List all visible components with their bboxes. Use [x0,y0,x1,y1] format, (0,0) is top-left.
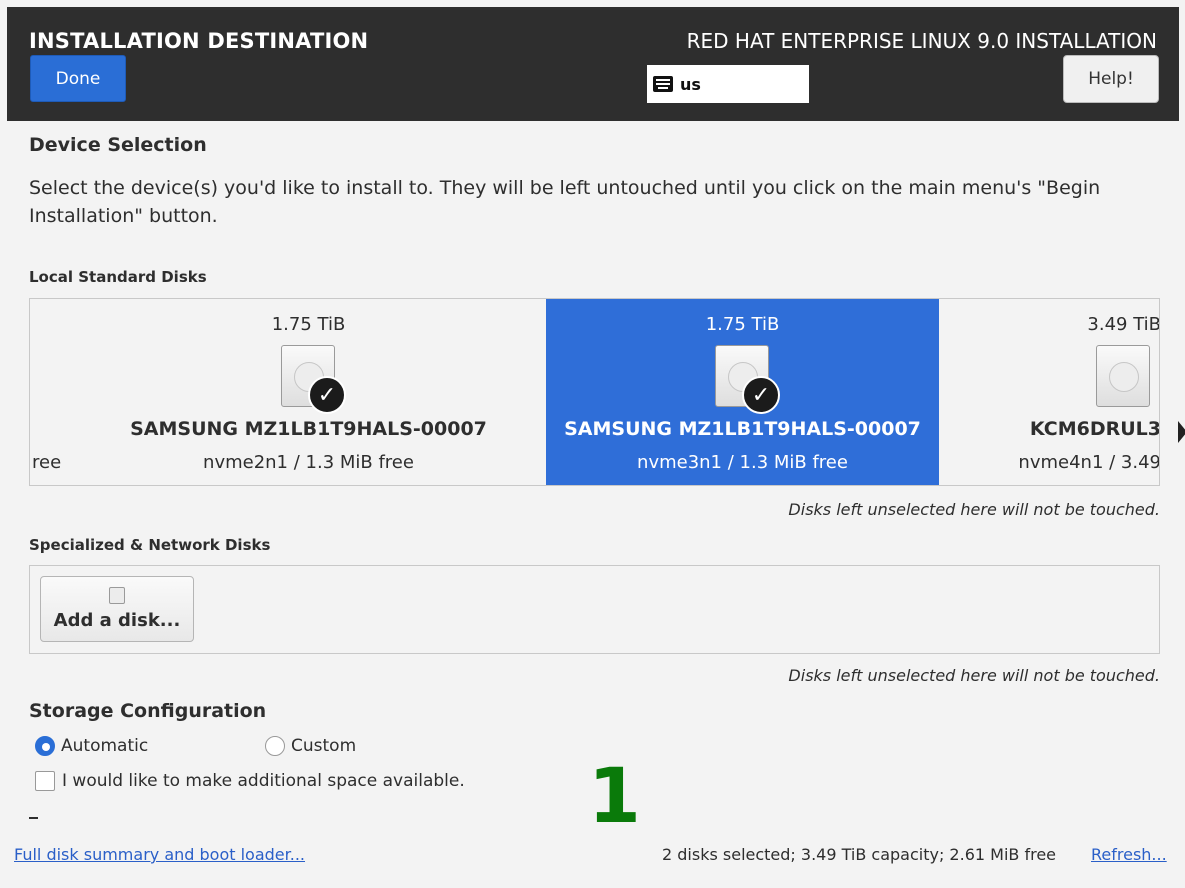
specialized-disks-area: Add a disk... [29,565,1160,654]
local-disks-heading: Local Standard Disks [29,268,207,286]
product-title: RED HAT ENTERPRISE LINUX 9.0 INSTALLATIO… [686,29,1157,53]
automatic-radio[interactable]: Automatic [35,736,148,756]
keyboard-layout-indicator[interactable]: us [647,65,809,103]
header-bar: INSTALLATION DESTINATION Done RED HAT EN… [7,7,1179,121]
additional-space-checkbox[interactable]: I would like to make additional space av… [35,771,465,791]
disk-size: 1.75 TiB [705,314,780,335]
disk-info: nvme4n1 / 3.49 [1018,452,1160,473]
disk-model: SAMSUNG MZ1LB1T9HALS-00007 [130,418,487,440]
radio-unselected-icon [265,736,285,756]
disk-tile-nvme2n1[interactable]: 1.75 TiB ✓ SAMSUNG MZ1LB1T9HALS-00007 nv… [112,299,505,485]
full-disk-summary-link[interactable]: Full disk summary and boot loader... [14,845,305,864]
clipped-section-heading [29,807,149,819]
custom-radio[interactable]: Custom [265,736,356,756]
disk-selection-status: 2 disks selected; 3.49 TiB capacity; 2.6… [662,845,1056,864]
local-disks-list[interactable]: ree 1.75 TiB ✓ SAMSUNG MZ1LB1T9HALS-0000… [29,298,1160,486]
disk-size: 1.75 TiB [271,314,346,335]
hard-disk-icon [1096,345,1150,407]
hard-disk-icon: ✓ [281,345,346,414]
annotation-number: 1 [588,751,641,840]
disk-info: nvme3n1 / 1.3 MiB free [637,452,848,473]
disk-model: KCM6DRUL3 [1029,418,1160,440]
checkmark-icon: ✓ [308,376,346,414]
radio-selected-icon [35,736,55,756]
specialized-disks-note: Disks left unselected here will not be t… [788,666,1160,685]
refresh-link[interactable]: Refresh... [1091,845,1167,864]
additional-space-label: I would like to make additional space av… [62,771,465,791]
hard-disk-icon: ✓ [715,345,780,414]
help-button[interactable]: Help! [1063,55,1159,103]
add-disk-label: Add a disk... [53,610,181,631]
device-selection-description: Select the device(s) you'd like to insta… [29,177,1101,227]
disk-size: 3.49 TiB [1087,314,1160,335]
disk-info: nvme2n1 / 1.3 MiB free [203,452,414,473]
scroll-right-arrow-icon[interactable] [1178,421,1185,443]
keyboard-layout-label: us [680,74,701,94]
specialized-disks-heading: Specialized & Network Disks [29,536,271,554]
storage-config-title: Storage Configuration [29,700,267,722]
device-selection-title: Device Selection [29,134,207,156]
disk-model: SAMSUNG MZ1LB1T9HALS-00007 [564,418,921,440]
done-button[interactable]: Done [30,55,126,102]
keyboard-icon [653,76,673,92]
checkbox-icon [35,771,55,791]
disk-tile-nvme3n1[interactable]: 1.75 TiB ✓ SAMSUNG MZ1LB1T9HALS-00007 nv… [546,299,939,485]
automatic-label: Automatic [61,736,149,756]
checkmark-icon: ✓ [742,376,780,414]
page-title: INSTALLATION DESTINATION [29,29,369,53]
local-disks-note: Disks left unselected here will not be t… [788,500,1160,519]
disk-icon [109,587,125,604]
custom-label: Custom [291,736,357,756]
add-disk-button[interactable]: Add a disk... [40,576,194,642]
disk-tile-nvme4n1[interactable]: 3.49 TiB KCM6DRUL3 nvme4n1 / 3.49 [938,299,1160,485]
partial-disk-info: ree [32,452,62,473]
